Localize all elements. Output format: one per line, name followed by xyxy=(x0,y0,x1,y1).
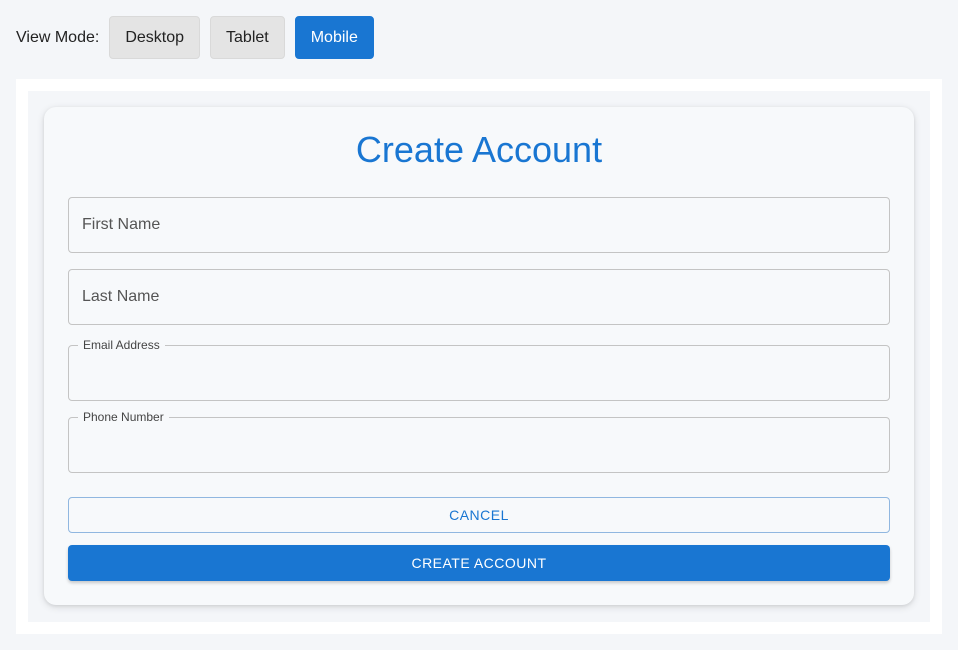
phone-input[interactable] xyxy=(69,418,889,472)
first-name-field xyxy=(68,197,890,253)
view-mode-desktop-button[interactable]: Desktop xyxy=(109,16,201,59)
email-field: Email Address xyxy=(68,338,890,401)
preview-viewport: Create Account Email Address Phone Numbe… xyxy=(28,91,930,622)
last-name-input[interactable] xyxy=(69,270,889,324)
first-name-input[interactable] xyxy=(69,198,889,252)
cancel-button[interactable]: CANCEL xyxy=(68,497,890,533)
email-input[interactable] xyxy=(69,346,889,400)
view-mode-bar: View Mode: Desktop Tablet Mobile xyxy=(16,16,384,59)
phone-label: Phone Number xyxy=(78,410,169,424)
phone-field: Phone Number xyxy=(68,410,890,473)
preview-frame: Create Account Email Address Phone Numbe… xyxy=(16,79,942,634)
view-mode-mobile-button[interactable]: Mobile xyxy=(294,16,374,59)
last-name-field xyxy=(68,269,890,325)
email-label: Email Address xyxy=(78,338,165,352)
form-title: Create Account xyxy=(355,129,603,170)
create-account-button[interactable]: CREATE ACCOUNT xyxy=(68,545,890,581)
create-account-card: Create Account Email Address Phone Numbe… xyxy=(44,107,914,605)
view-mode-tablet-button[interactable]: Tablet xyxy=(210,16,285,59)
view-mode-label: View Mode: xyxy=(16,28,100,46)
